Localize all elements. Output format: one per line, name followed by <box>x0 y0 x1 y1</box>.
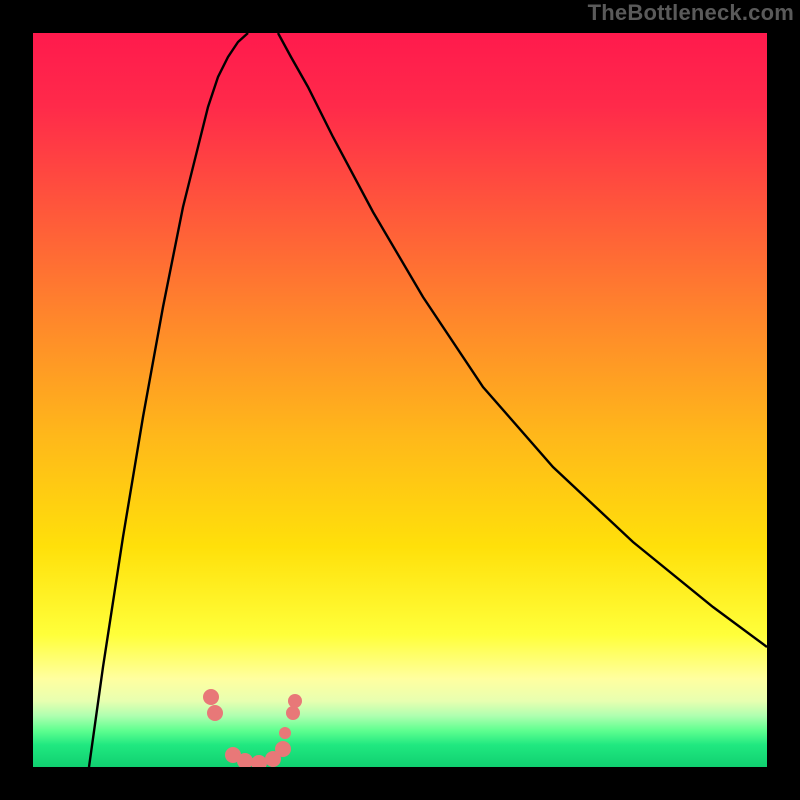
marker-dot <box>275 741 291 757</box>
watermark-text: TheBottleneck.com <box>588 0 794 26</box>
marker-dot <box>279 727 291 739</box>
curve-svg <box>33 33 767 767</box>
chart-container: TheBottleneck.com <box>0 0 800 800</box>
right-curve <box>278 33 767 647</box>
plot-area <box>33 33 767 767</box>
marker-dot <box>251 755 267 767</box>
marker-dot <box>288 694 302 708</box>
highlight-dots <box>203 689 302 767</box>
marker-dot <box>203 689 219 705</box>
left-curve <box>89 33 248 767</box>
marker-dot <box>207 705 223 721</box>
marker-dot <box>286 706 300 720</box>
